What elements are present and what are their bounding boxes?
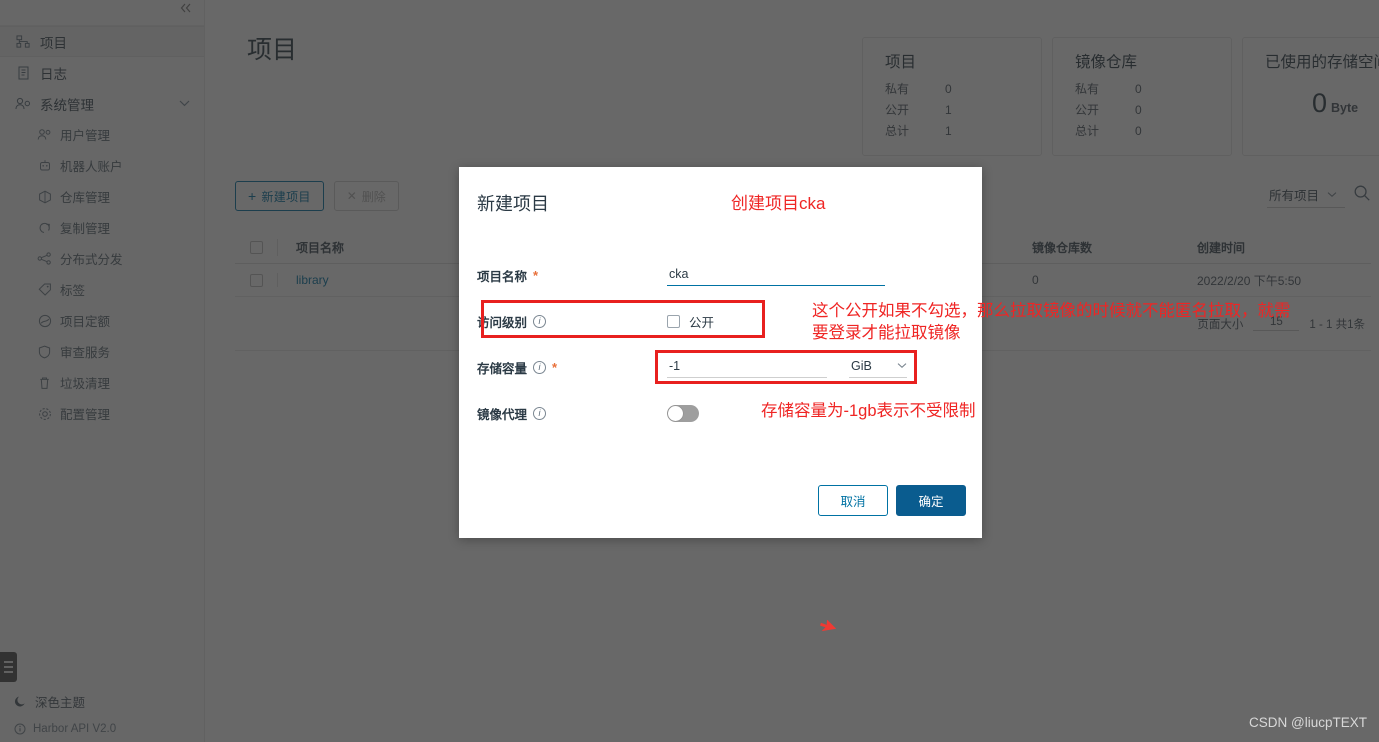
info-icon[interactable]: i (533, 406, 547, 420)
chevron-down-icon (897, 360, 907, 372)
access-level-label: 访问级别 i (477, 312, 667, 331)
storage-quota-input[interactable] (667, 356, 827, 378)
form-row-storage-quota: 存储容量 i * GiB (477, 344, 966, 390)
public-checkbox[interactable] (667, 314, 680, 328)
new-project-dialog: 新建项目 项目名称 * 访问级别 i 公开 (459, 167, 982, 538)
info-icon[interactable]: i (533, 360, 547, 374)
proxy-cache-toggle[interactable] (667, 404, 699, 422)
required-marker: * (552, 359, 558, 375)
public-checkbox-label: 公开 (689, 315, 715, 330)
dialog-title: 新建项目 (477, 194, 549, 214)
dialog-footer: 取消 确定 (818, 485, 966, 516)
storage-quota-label: 存储容量 i * (477, 358, 667, 377)
label-text: 访问级别 (477, 315, 528, 330)
info-icon[interactable]: i (533, 314, 547, 328)
public-checkbox-wrap[interactable]: 公开 (667, 312, 714, 331)
watermark: CSDN @liucpTEXT (1249, 715, 1367, 730)
label-text: 镜像代理 (477, 407, 528, 422)
proxy-cache-label: 镜像代理 i (477, 404, 667, 423)
storage-unit-select[interactable]: GiB (849, 357, 907, 378)
project-name-input[interactable] (667, 264, 885, 286)
cancel-button[interactable]: 取消 (818, 485, 888, 516)
label-text: 项目名称 (477, 269, 528, 284)
label-text: 存储容量 (477, 361, 528, 376)
project-name-input-wrap (667, 264, 885, 286)
toggle-knob (668, 405, 683, 421)
app-window: 项目 日志 系统管理 用户管理 (0, 0, 1379, 742)
project-name-label: 项目名称 * (477, 266, 667, 285)
required-marker: * (533, 267, 539, 283)
dialog-form: 项目名称 * 访问级别 i 公开 存储容量 (459, 252, 982, 436)
form-row-project-name: 项目名称 * (477, 252, 966, 298)
confirm-button[interactable]: 确定 (896, 485, 966, 516)
storage-unit-value: GiB (851, 358, 872, 373)
form-row-proxy-cache: 镜像代理 i (477, 390, 966, 436)
form-row-access-level: 访问级别 i 公开 (477, 298, 966, 344)
